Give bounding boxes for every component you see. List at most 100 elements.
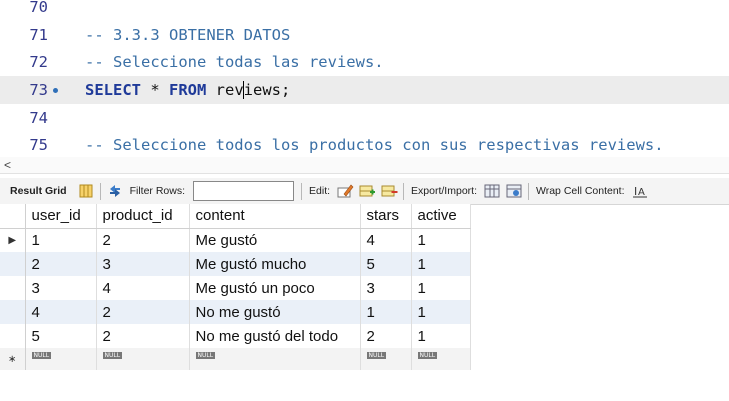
cell-content[interactable]: No me gustó del todo <box>189 324 361 348</box>
cell-product-id[interactable]: 4 <box>96 276 190 300</box>
filter-rows-input[interactable] <box>193 181 295 201</box>
sql-table-name-start: rev <box>206 80 244 99</box>
line-number: 74 <box>29 109 48 127</box>
code-line[interactable]: 74 <box>0 104 729 132</box>
edit-cell-icon[interactable] <box>336 182 354 200</box>
cell-user-id[interactable]: 5 <box>25 324 97 348</box>
null-badge: NULL <box>102 351 123 359</box>
cell-user-id[interactable]: 1 <box>25 228 97 252</box>
cell-product-id[interactable]: 2 <box>96 228 190 252</box>
export-import-label: Export/Import: <box>411 185 477 197</box>
cell-active[interactable]: 1 <box>411 252 471 276</box>
result-grid-tab[interactable]: Result Grid <box>0 185 75 197</box>
row-gutter[interactable] <box>0 324 26 348</box>
scroll-left-icon[interactable]: < <box>4 158 11 172</box>
line-number: 71 <box>29 26 48 44</box>
code-line[interactable]: 70 <box>0 0 729 21</box>
cell-content[interactable]: Me gustó mucho <box>189 252 361 276</box>
wrap-cell-icon[interactable]: IA <box>631 182 649 200</box>
sql-star: * <box>141 80 169 99</box>
new-cell-user-id[interactable]: NULL <box>25 348 97 370</box>
new-cell-content[interactable]: NULL <box>189 348 361 370</box>
column-header-content[interactable]: content <box>189 204 361 229</box>
toolbar-separator <box>528 182 529 200</box>
result-toolbar: Result Grid Filter Rows: Edit: Export/Im… <box>0 178 729 205</box>
column-header-stars[interactable]: stars <box>360 204 412 229</box>
sql-table-name-end: iews; <box>243 80 291 99</box>
code-line[interactable]: 72 -- Seleccione todas las reviews. <box>0 48 729 76</box>
cell-stars[interactable]: 2 <box>360 324 412 348</box>
svg-text:I: I <box>634 185 637 198</box>
cell-stars[interactable]: 3 <box>360 276 412 300</box>
null-badge: NULL <box>31 351 52 359</box>
edit-label: Edit: <box>309 185 331 197</box>
cell-active[interactable]: 1 <box>411 228 471 252</box>
toolbar-separator <box>301 182 303 200</box>
sql-comment: -- Seleccione todas las reviews. <box>85 53 384 71</box>
line-number: 72 <box>29 53 48 71</box>
null-badge: NULL <box>417 351 438 359</box>
new-cell-stars[interactable]: NULL <box>360 348 412 370</box>
statement-marker-icon <box>53 88 58 93</box>
export-icon[interactable] <box>483 182 501 200</box>
sql-comment: -- Seleccione todos los productos con su… <box>85 136 664 154</box>
add-row-icon[interactable] <box>358 182 376 200</box>
cell-user-id[interactable]: 3 <box>25 276 97 300</box>
table-row[interactable]: 2 3 Me gustó mucho 5 1 <box>0 252 471 276</box>
code-line-current[interactable]: 73 SELECT * FROM reviews; <box>0 76 729 104</box>
cell-stars[interactable]: 1 <box>360 300 412 324</box>
column-header-product-id[interactable]: product_id <box>96 204 190 229</box>
cell-stars[interactable]: 4 <box>360 228 412 252</box>
new-row[interactable]: ∗ NULL NULL NULL NULL NULL <box>0 348 471 370</box>
svg-text:A: A <box>638 187 645 198</box>
sql-statement: SELECT * FROM reviews; <box>85 81 290 100</box>
grid-layout-icon[interactable] <box>77 182 95 200</box>
cell-product-id[interactable]: 3 <box>96 252 190 276</box>
refresh-icon[interactable] <box>106 182 124 200</box>
table-row[interactable]: 3 4 Me gustó un poco 3 1 <box>0 276 471 300</box>
cell-active[interactable]: 1 <box>411 276 471 300</box>
new-cell-product-id[interactable]: NULL <box>96 348 190 370</box>
table-row[interactable]: 5 2 No me gustó del todo 2 1 <box>0 324 471 348</box>
line-number: 75 <box>29 136 48 154</box>
table-row[interactable]: ▶ 1 2 Me gustó 4 1 <box>0 228 471 252</box>
null-badge: NULL <box>195 351 216 359</box>
sql-keyword-select: SELECT <box>85 80 141 99</box>
sql-editor[interactable]: 70 71 -- 3.3.3 OBTENER DATOS 72 -- Selec… <box>0 0 729 157</box>
row-selected-arrow-icon[interactable]: ▶ <box>0 228 26 252</box>
cell-stars[interactable]: 5 <box>360 252 412 276</box>
column-header-user-id[interactable]: user_id <box>25 204 97 229</box>
row-gutter[interactable] <box>0 252 26 276</box>
cell-active[interactable]: 1 <box>411 300 471 324</box>
code-line[interactable]: 71 -- 3.3.3 OBTENER DATOS <box>0 21 729 49</box>
cell-product-id[interactable]: 2 <box>96 300 190 324</box>
sql-comment: -- 3.3.3 OBTENER DATOS <box>85 26 291 44</box>
cell-content[interactable]: No me gustó <box>189 300 361 324</box>
grid-header-row: user_id product_id content stars active <box>0 204 471 229</box>
toolbar-separator <box>99 182 101 200</box>
horizontal-scrollbar[interactable]: < <box>0 157 729 174</box>
new-cell-active[interactable]: NULL <box>411 348 471 370</box>
new-row-marker[interactable]: ∗ <box>0 348 26 370</box>
cell-content[interactable]: Me gustó <box>189 228 361 252</box>
wrap-cell-label: Wrap Cell Content: <box>536 185 625 197</box>
line-number: 70 <box>29 0 48 16</box>
code-line[interactable]: 75 -- Seleccione todos los productos con… <box>0 131 729 157</box>
row-gutter-header <box>0 204 26 229</box>
row-gutter[interactable] <box>0 276 26 300</box>
line-number: 73 <box>29 81 48 99</box>
import-icon[interactable] <box>505 182 523 200</box>
column-header-active[interactable]: active <box>411 204 471 229</box>
cell-user-id[interactable]: 2 <box>25 252 97 276</box>
table-row[interactable]: 4 2 No me gustó 1 1 <box>0 300 471 324</box>
toolbar-separator <box>403 182 405 200</box>
delete-row-icon[interactable] <box>380 182 398 200</box>
cell-product-id[interactable]: 2 <box>96 324 190 348</box>
null-badge: NULL <box>366 351 387 359</box>
result-grid[interactable]: user_id product_id content stars active … <box>0 204 471 370</box>
cell-user-id[interactable]: 4 <box>25 300 97 324</box>
sql-keyword-from: FROM <box>169 80 207 99</box>
cell-active[interactable]: 1 <box>411 324 471 348</box>
row-gutter[interactable] <box>0 300 26 324</box>
cell-content[interactable]: Me gustó un poco <box>189 276 361 300</box>
